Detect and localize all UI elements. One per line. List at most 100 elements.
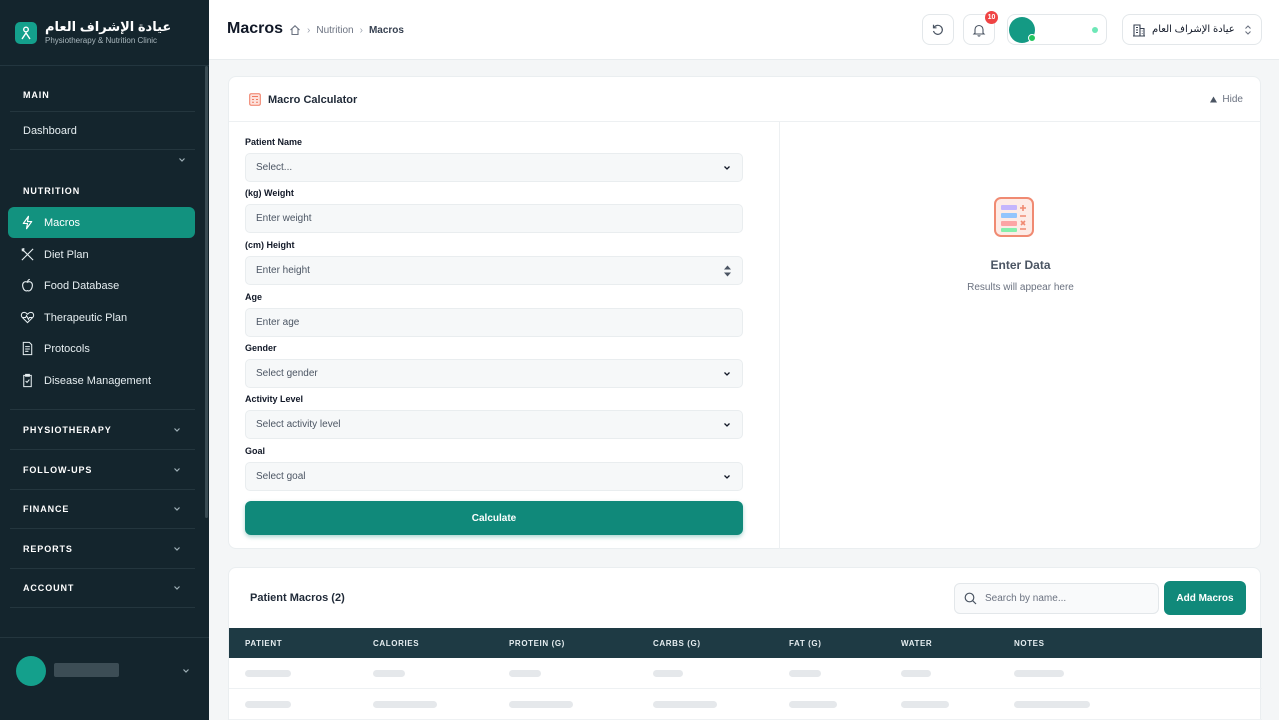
table-row[interactable] [229,658,1262,689]
table-row[interactable] [229,689,1262,720]
clipboard-icon [19,373,35,389]
age-input[interactable]: Enter age [245,308,743,337]
document-icon [19,341,35,357]
online-status-indicator [1028,34,1036,42]
sidebar-item-label: Therapeutic Plan [44,311,128,324]
gender-select[interactable]: Select gender [245,359,743,388]
patient-name-select[interactable]: Select... [245,153,743,182]
sidebar-group-account[interactable]: ACCOUNT [10,568,195,608]
breadcrumb-separator: › [307,24,311,36]
bolt-icon [19,215,35,231]
hide-button[interactable]: Hide [1209,94,1243,105]
clinic-logo-icon [15,21,37,44]
input-placeholder: Enter height [256,265,310,276]
search-input[interactable]: Search by name... [985,593,1066,604]
sidebar-item-dashboard[interactable]: Dashboard [23,125,77,137]
chevron-down-icon [174,467,180,472]
weight-input[interactable]: Enter weight [245,204,743,233]
column-header-fat[interactable]: FAT (G) [789,639,822,648]
loading-skeleton [901,670,931,677]
loading-skeleton [373,701,437,708]
loading-skeleton [1014,670,1064,677]
sidebar: عيادة الإشراف العام Physiotherapy & Nutr… [0,0,209,720]
bell-icon [972,24,986,37]
list-title: Patient Macros (2) [250,592,345,604]
column-header-calories[interactable]: CALORIES [373,639,419,648]
breadcrumb-nutrition[interactable]: Nutrition [316,25,353,36]
sidebar-item-therapeutic-plan[interactable]: Therapeutic Plan [8,302,195,333]
refresh-button[interactable] [922,14,954,45]
gender-label: Gender [245,343,277,353]
sidebar-group-follow-ups[interactable]: FOLLOW-UPS [10,450,195,490]
number-spinner-icon[interactable] [723,264,732,278]
activity-level-select[interactable]: Select activity level [245,410,743,439]
loading-skeleton [509,670,541,677]
group-label: FOLLOW-UPS [23,464,93,475]
apple-icon [19,278,35,294]
brand-name: عيادة الإشراف العام [45,19,172,34]
notifications-button[interactable]: 10 [963,11,998,45]
column-header-water[interactable]: WATER [901,639,932,648]
loading-skeleton [653,670,683,677]
sidebar-item-label: Food Database [44,279,120,292]
search-box[interactable]: Search by name... [954,583,1159,614]
sidebar-scrollbar[interactable] [205,66,208,518]
chevron-up-down-icon [1245,24,1251,35]
sidebar-item-food-database[interactable]: Food Database [8,270,195,301]
loading-skeleton [789,701,837,708]
sidebar-item-label: Protocols [44,342,90,355]
calculate-button[interactable]: Calculate [245,501,743,535]
group-label: REPORTS [23,543,73,554]
divider [10,149,195,150]
sidebar-item-label: Macros [44,216,81,229]
sidebar-item-diet-plan[interactable]: Diet Plan [8,239,195,270]
chevron-down-icon [183,669,189,673]
chevron-down-icon [724,371,730,376]
height-label: (cm) Height [245,240,295,250]
profile-button[interactable] [1007,14,1107,45]
age-label: Age [245,292,263,302]
column-header-notes[interactable]: NOTES [1014,639,1045,648]
goal-label: Goal [245,446,266,456]
sidebar-item-macros[interactable]: Macros [8,207,195,238]
calculator-icon [249,93,261,106]
loading-skeleton [901,701,949,708]
heart-pulse-icon [19,310,35,326]
column-header-patient[interactable]: PATIENT [245,639,282,648]
sidebar-item-protocols[interactable]: Protocols [8,333,195,364]
input-placeholder: Enter weight [256,213,312,224]
section-label-main: MAIN [23,90,50,100]
user-menu[interactable] [0,637,209,720]
chevron-down-icon[interactable] [177,155,187,165]
column-header-protein[interactable]: PROTEIN (G) [509,639,565,648]
sidebar-group-physiotherapy[interactable]: PHYSIOTHERAPY [10,410,195,450]
height-input[interactable]: Enter height [245,256,743,285]
calculator-results-icon [994,197,1034,237]
add-macros-button[interactable]: Add Macros [1164,581,1246,615]
sidebar-item-label: Diet Plan [44,248,89,261]
weight-label: (kg) Weight [245,188,294,198]
select-placeholder: Select gender [256,368,318,379]
home-icon[interactable] [289,24,301,36]
sidebar-group-finance[interactable]: FINANCE [10,489,195,529]
select-placeholder: Select activity level [256,419,341,430]
divider [10,111,195,112]
chevron-down-icon [174,506,180,511]
results-empty-title: Enter Data [990,258,1051,272]
column-header-carbs[interactable]: CARBS (G) [653,639,701,648]
clinic-selector[interactable]: عيادة الإشراف العام [1122,14,1262,45]
loading-skeleton [509,701,573,708]
table-header: PATIENT CALORIES PROTEIN (G) CARBS (G) F… [229,628,1262,658]
results-panel: Enter Data Results will appear here [780,122,1261,549]
search-icon [964,592,977,605]
brand[interactable]: عيادة الإشراف العام Physiotherapy & Nutr… [0,0,209,66]
sidebar-group-reports[interactable]: REPORTS [10,529,195,569]
sidebar-item-disease-management[interactable]: Disease Management [8,365,195,396]
chevron-down-icon [174,546,180,551]
loading-skeleton [373,670,405,677]
clinic-name: عيادة الإشراف العام [1152,24,1235,35]
loading-skeleton [653,701,717,708]
breadcrumb-current: Macros [368,24,404,36]
goal-select[interactable]: Select goal [245,462,743,491]
group-label: ACCOUNT [23,582,75,593]
